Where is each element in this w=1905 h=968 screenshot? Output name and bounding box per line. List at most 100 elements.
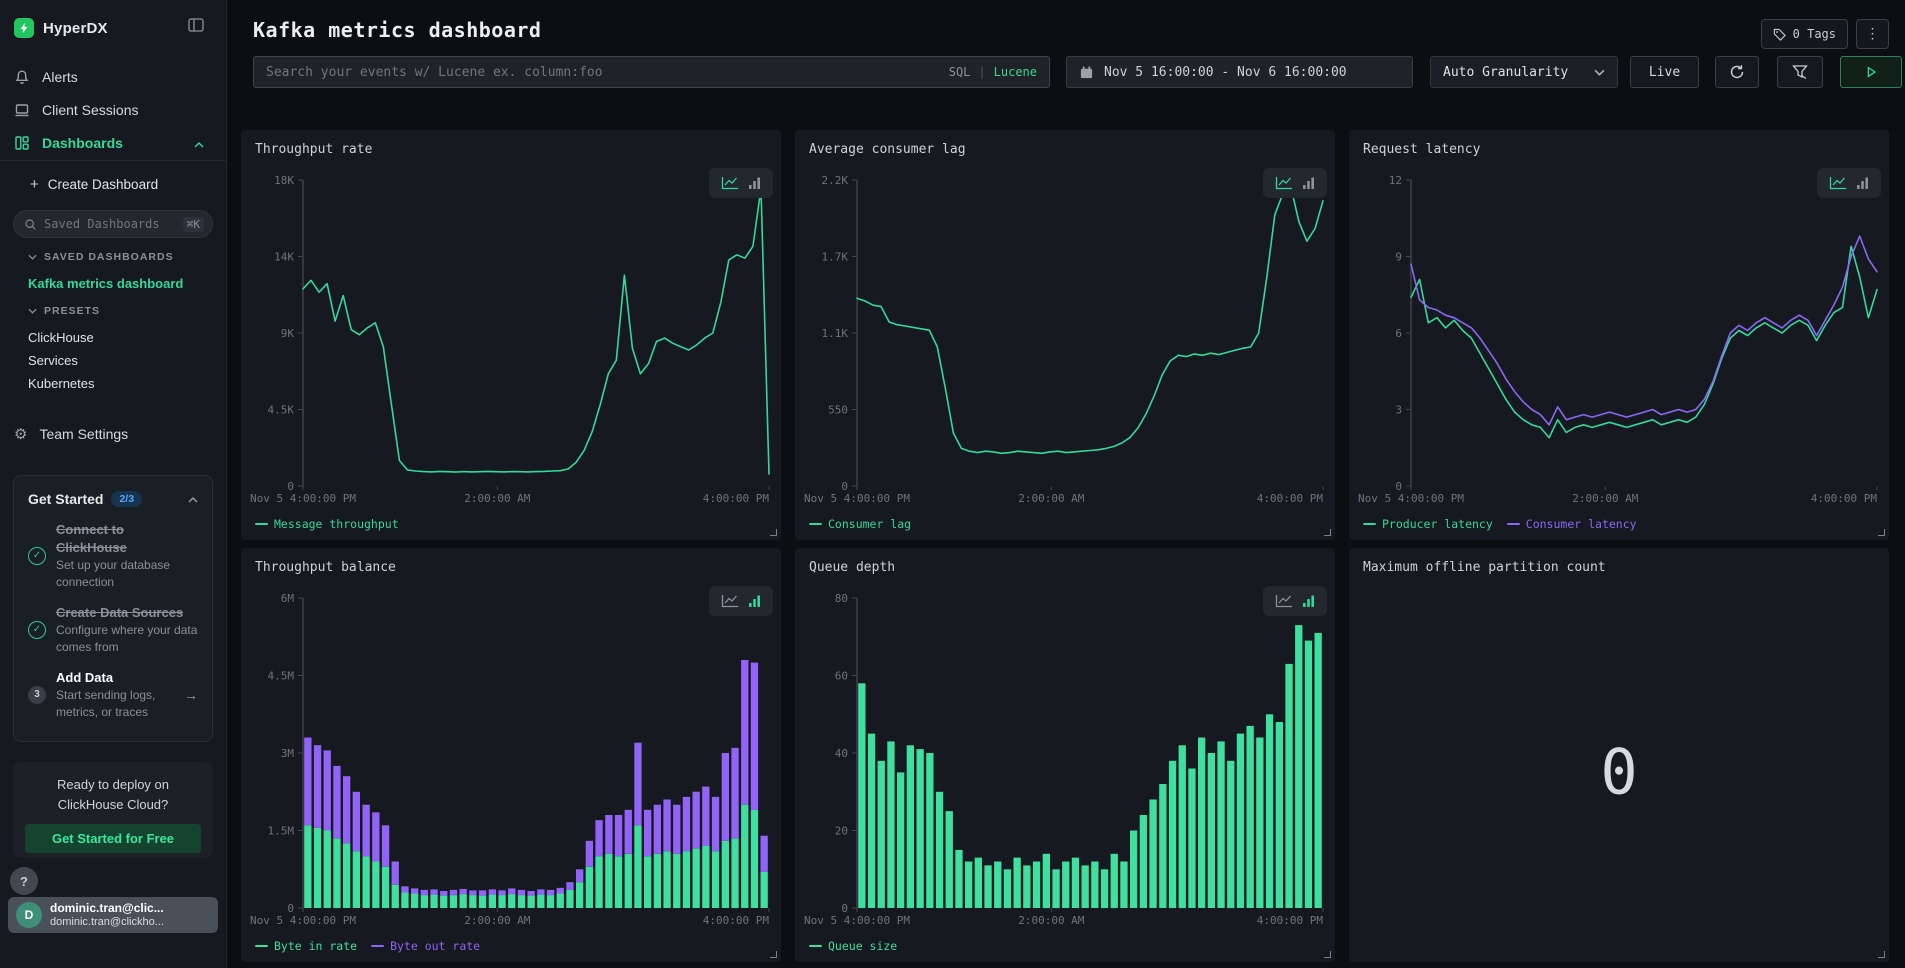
step-connect-clickhouse[interactable]: ✓ Connect to ClickHouse Set up your data… [28, 521, 198, 591]
svg-text:12: 12 [1389, 174, 1402, 187]
lucene-toggle[interactable]: Lucene [994, 65, 1037, 79]
chart-panel-throughput-balance: Throughput balance 6M4.5M3M1.5M0Nov 5 4:… [241, 548, 781, 962]
event-search-input[interactable] [266, 65, 939, 80]
help-button[interactable]: ? [10, 867, 38, 895]
saved-dashboards-search-input[interactable] [44, 217, 176, 231]
resize-handle[interactable] [1878, 529, 1885, 536]
sidebar-item-client-sessions[interactable]: Client Sessions [0, 93, 226, 126]
sidebar-item-dashboards[interactable]: Dashboards [0, 126, 226, 159]
svg-text:2:00:00 AM: 2:00:00 AM [464, 492, 531, 505]
chart-canvas: 2.2K1.7K1.1K5500Nov 5 4:00:00 PM2:00:00 … [795, 130, 1335, 540]
sql-toggle[interactable]: SQL [949, 65, 971, 79]
legend-swatch [1507, 523, 1520, 525]
chart-title: Average consumer lag [809, 142, 966, 157]
svg-text:1.1K: 1.1K [822, 327, 849, 340]
sidebar-nav: Alerts Client Sessions Dashboards [0, 60, 226, 159]
chevron-down-icon [1594, 65, 1605, 80]
step-add-data[interactable]: 3 Add Data Start sending logs, metrics, … [28, 669, 198, 721]
search-icon [24, 218, 37, 231]
check-circle-icon: ✓ [28, 621, 46, 639]
chart-panel-average-consumer-lag: Average consumer lag 2.2K1.7K1.1K5500Nov… [795, 130, 1335, 540]
chevron-up-icon[interactable] [188, 490, 198, 508]
sidebar-item-kafka-metrics-dashboard[interactable]: Kafka metrics dashboard [28, 276, 183, 291]
granularity-select[interactable]: Auto Granularity [1430, 56, 1618, 88]
chart-view-toggle[interactable] [709, 168, 773, 198]
sidebar-item-services[interactable]: Services [28, 353, 78, 368]
legend-item[interactable]: Message throughput [255, 517, 399, 531]
chart-view-toggle[interactable] [1817, 168, 1881, 198]
main-content: Kafka metrics dashboard 0 Tags ⋮ SQL | L… [227, 0, 1905, 968]
sidebar-item-alerts[interactable]: Alerts [0, 60, 226, 93]
legend-item[interactable]: Consumer lag [809, 517, 911, 531]
legend-item[interactable]: Queue size [809, 939, 897, 953]
line-chart-icon [1275, 176, 1293, 190]
sidebar-divider [0, 160, 226, 161]
chevron-down-icon [28, 254, 37, 260]
svg-text:Nov 5 4:00:00 PM: Nov 5 4:00:00 PM [1358, 492, 1464, 505]
legend-label: Byte in rate [274, 939, 357, 953]
svg-text:550: 550 [828, 404, 848, 417]
sidebar-item-clickhouse[interactable]: ClickHouse [28, 330, 94, 345]
event-search-bar[interactable]: SQL | Lucene [253, 56, 1050, 88]
avatar: D [16, 902, 42, 928]
chart-canvas: 129630Nov 5 4:00:00 PM2:00:00 AM4:00:00 … [1349, 130, 1889, 540]
resize-handle[interactable] [1878, 951, 1885, 958]
resize-handle[interactable] [770, 951, 777, 958]
chart-view-toggle[interactable] [709, 586, 773, 616]
sidebar-item-kubernetes[interactable]: Kubernetes [28, 376, 95, 391]
user-name: dominic.tran@clic... [50, 901, 164, 916]
resize-handle[interactable] [1324, 529, 1331, 536]
filter-button[interactable] [1777, 56, 1823, 88]
legend-label: Queue size [828, 939, 897, 953]
get-started-free-button[interactable]: Get Started for Free [25, 824, 201, 853]
legend-item[interactable]: Consumer latency [1507, 517, 1637, 531]
sidebar-item-team-settings[interactable]: ⚙ Team Settings [0, 420, 226, 448]
user-menu[interactable]: D dominic.tran@clic... dominic.tran@clic… [8, 897, 218, 933]
shortcut-badge: ⌘K [183, 217, 204, 232]
svg-text:4:00:00 PM: 4:00:00 PM [1257, 914, 1324, 927]
line-chart-icon [721, 176, 739, 190]
live-button[interactable]: Live [1630, 56, 1699, 88]
saved-dashboards-search[interactable]: ⌘K [13, 210, 213, 238]
laptop-icon [14, 102, 30, 118]
resize-handle[interactable] [770, 529, 777, 536]
brand-name: HyperDX [43, 20, 108, 37]
svg-text:1.5M: 1.5M [268, 825, 295, 838]
chart-legend: Byte in rate Byte out rate [255, 939, 480, 953]
presets-section-header[interactable]: PRESETS [28, 305, 100, 317]
refresh-button[interactable] [1715, 56, 1759, 88]
run-query-button[interactable] [1840, 56, 1902, 88]
date-range-picker[interactable]: Nov 5 16:00:00 - Nov 6 16:00:00 [1066, 56, 1413, 88]
svg-text:4.5M: 4.5M [268, 670, 295, 683]
chart-canvas: 806040200Nov 5 4:00:00 PM2:00:00 AM4:00:… [795, 548, 1335, 962]
svg-text:1.7K: 1.7K [822, 251, 849, 264]
svg-text:4:00:00 PM: 4:00:00 PM [703, 492, 770, 505]
more-options-button[interactable]: ⋮ [1856, 19, 1889, 49]
legend-label: Consumer lag [828, 517, 911, 531]
query-language-toggle: SQL | Lucene [949, 65, 1037, 79]
svg-text:Nov 5 4:00:00 PM: Nov 5 4:00:00 PM [250, 492, 356, 505]
tags-button[interactable]: 0 Tags [1761, 19, 1848, 49]
chart-view-toggle[interactable] [1263, 586, 1327, 616]
legend-item[interactable]: Producer latency [1363, 517, 1493, 531]
svg-text:2:00:00 AM: 2:00:00 AM [464, 914, 531, 927]
sidebar-collapse-icon[interactable] [188, 18, 204, 37]
svg-text:4.5K: 4.5K [268, 404, 295, 417]
chart-view-toggle[interactable] [1263, 168, 1327, 198]
step-create-data-sources[interactable]: ✓ Create Data Sources Configure where yo… [28, 604, 198, 656]
legend-item[interactable]: Byte out rate [371, 939, 480, 953]
chart-title: Maximum offline partition count [1363, 560, 1606, 575]
logo-row: HyperDX [14, 16, 214, 40]
saved-dashboards-section-header[interactable]: SAVED DASHBOARDS [28, 251, 174, 263]
chevron-up-icon[interactable] [194, 135, 204, 151]
resize-handle[interactable] [1324, 951, 1331, 958]
legend-item[interactable]: Byte in rate [255, 939, 357, 953]
svg-text:14K: 14K [274, 251, 294, 264]
svg-text:4:00:00 PM: 4:00:00 PM [1257, 492, 1324, 505]
step-number-icon: 3 [28, 686, 46, 704]
bar-chart-icon [1302, 594, 1316, 608]
svg-text:Nov 5 4:00:00 PM: Nov 5 4:00:00 PM [250, 914, 356, 927]
get-started-title: Get Started [28, 491, 103, 507]
chart-legend: Consumer lag [809, 517, 911, 531]
create-dashboard-button[interactable]: + Create Dashboard [0, 170, 226, 198]
